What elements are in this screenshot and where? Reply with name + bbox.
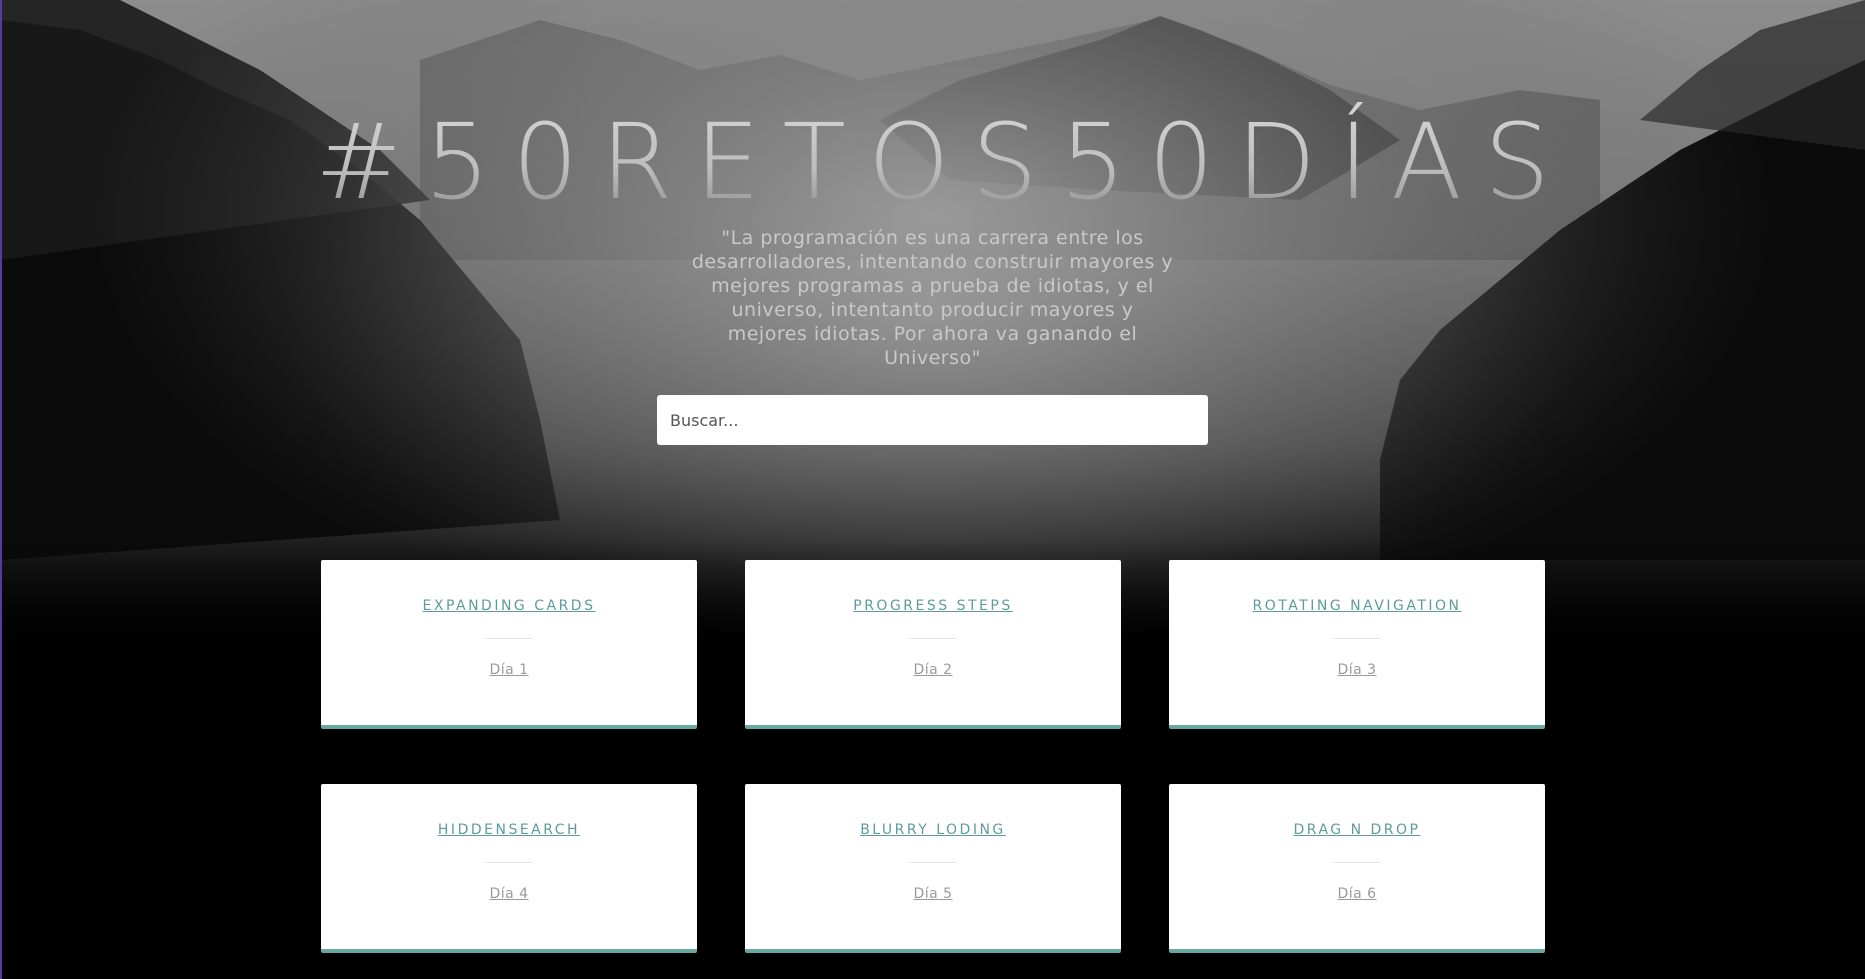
card-title-link[interactable]: PROGRESS STEPS [745,598,1121,614]
card-day-link[interactable]: Día 3 [1337,662,1376,678]
page-content: #50RETOS50DÍAS "La programación es una c… [0,0,1865,979]
card-divider [485,638,533,639]
card-divider [485,862,533,863]
card-day-link[interactable]: Día 4 [489,886,528,902]
card-day-link[interactable]: Día 1 [489,662,528,678]
challenge-card: ROTATING NAVIGATION Día 3 [1169,560,1545,729]
challenge-card: HIDDENSEARCH Día 4 [321,784,697,953]
card-title-link[interactable]: HIDDENSEARCH [321,822,697,838]
hero-quote: "La programación es una carrera entre lo… [691,227,1174,369]
card-day-link[interactable]: Día 2 [913,662,952,678]
card-divider [909,638,957,639]
window-left-edge [0,0,2,979]
challenge-card: EXPANDING CARDS Día 1 [321,560,697,729]
search-input[interactable] [657,395,1208,445]
card-title-link[interactable]: DRAG N DROP [1169,822,1545,838]
card-title-link[interactable]: EXPANDING CARDS [321,598,697,614]
card-divider [909,862,957,863]
card-day-link[interactable]: Día 5 [913,886,952,902]
challenge-card: PROGRESS STEPS Día 2 [745,560,1121,729]
page-title: #50RETOS50DÍAS [0,102,1865,222]
card-title-link[interactable]: ROTATING NAVIGATION [1169,598,1545,614]
challenge-card: BLURRY LODING Día 5 [745,784,1121,953]
challenge-card: DRAG N DROP Día 6 [1169,784,1545,953]
card-divider [1333,638,1381,639]
card-day-link[interactable]: Día 6 [1337,886,1376,902]
card-title-link[interactable]: BLURRY LODING [745,822,1121,838]
card-divider [1333,862,1381,863]
